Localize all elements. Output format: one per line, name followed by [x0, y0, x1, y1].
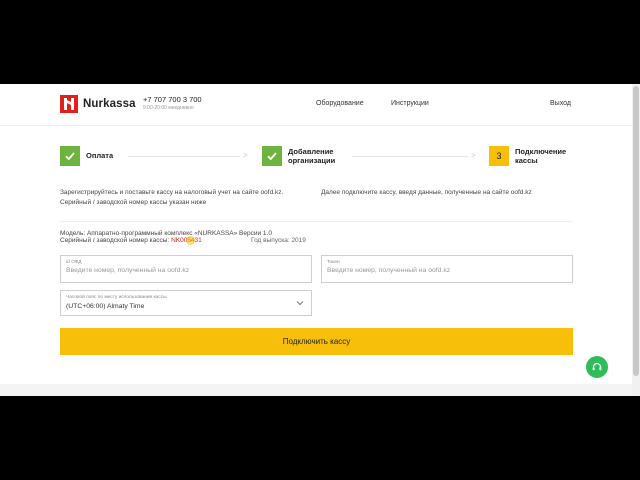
chevron-right-icon: >: [471, 151, 476, 160]
step-label-line: организации: [288, 156, 336, 165]
footer: [0, 384, 632, 396]
nav-instructions[interactable]: Инструкции: [391, 100, 429, 107]
step-label-line: кассы: [515, 156, 538, 165]
scrollbar-thumb[interactable]: [633, 86, 639, 376]
working-hours: 9:00-20:00 ежедневно: [143, 104, 194, 111]
nav-equipment[interactable]: Оборудование: [316, 100, 364, 107]
support-chat-button[interactable]: [586, 356, 608, 378]
instruction-left: Зарегистрируйтесь и поставьте кассу на н…: [60, 189, 284, 206]
step-done-box: [262, 146, 282, 166]
timezone-value: (UTC+06:00) Almaty Time: [66, 303, 145, 310]
step-label: Добавление организации: [288, 147, 335, 165]
release-year: Год выпуска: 2019: [251, 237, 306, 244]
headset-icon: [592, 362, 602, 371]
connect-register-button[interactable]: Подключить кассу: [60, 328, 573, 355]
logo-icon: [60, 95, 78, 113]
page: Nurkassa +7 707 700 3 700 9:00-20:00 еже…: [0, 84, 640, 396]
timezone-select[interactable]: Часовой пояс по месту использования касс…: [60, 290, 312, 316]
instruction-right: Далее подключите кассу, введя данные, по…: [321, 189, 532, 196]
ofd-id-field[interactable]: id ОФД: [60, 255, 312, 283]
step-label-line: Подключение: [515, 147, 567, 156]
step-add-organization: Добавление организации: [262, 146, 335, 166]
ofd-id-input[interactable]: [66, 267, 306, 274]
top-bar: Nurkassa +7 707 700 3 700 9:00-20:00 еже…: [0, 84, 632, 126]
step-connector: [128, 156, 240, 157]
phone-number[interactable]: +7 707 700 3 700: [143, 96, 202, 104]
step-label: Оплата: [86, 151, 114, 160]
step-connect-register: 3 Подключение кассы: [489, 146, 566, 166]
token-input[interactable]: [327, 267, 567, 274]
contact-info: +7 707 700 3 700 9:00-20:00 ежедневно: [143, 96, 202, 111]
scrollbar[interactable]: [632, 84, 640, 396]
token-label: Токен: [327, 260, 340, 265]
step-label-line: Добавление: [288, 147, 334, 156]
step-connector: [352, 156, 468, 157]
check-icon: [267, 152, 277, 161]
brand-name: Nurkassa: [83, 98, 136, 110]
step-label: Подключение кассы: [515, 147, 566, 165]
chevron-down-icon: [296, 301, 304, 306]
serial-number: Серийный / заводской номер кассы: NK0054…: [60, 237, 202, 244]
step-done-box: [60, 146, 80, 166]
logo[interactable]: Nurkassa: [60, 95, 136, 113]
token-field[interactable]: Токен: [321, 255, 573, 283]
ofd-id-label: id ОФД: [66, 260, 82, 265]
nav-exit[interactable]: Выход: [550, 100, 571, 107]
serial-label: Серийный / заводской номер кассы:: [60, 237, 170, 244]
check-icon: [65, 152, 75, 161]
divider: [60, 221, 572, 222]
step-number-box: 3: [489, 146, 509, 166]
timezone-label: Часовой пояс по месту использования касс…: [66, 295, 167, 300]
chevron-right-icon: >: [243, 151, 248, 160]
step-payment: Оплата: [60, 146, 113, 166]
mouse-cursor-highlight: [186, 236, 195, 245]
